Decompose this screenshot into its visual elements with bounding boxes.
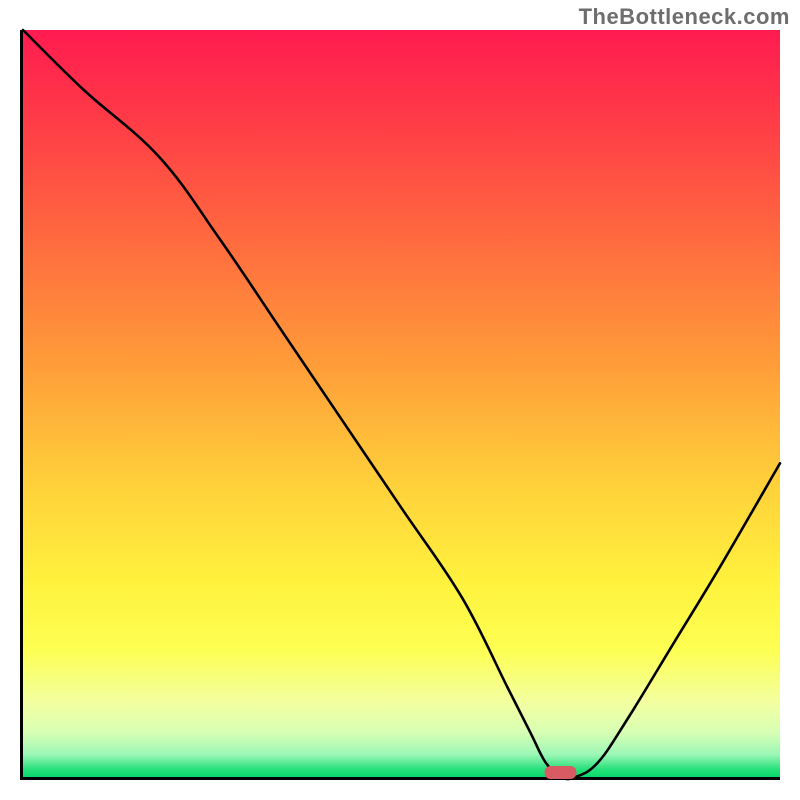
chart-canvas: TheBottleneck.com [0,0,800,800]
bottleneck-curve [23,30,780,779]
optimal-marker [545,766,577,779]
plot-area [20,30,780,780]
curve-layer [23,30,780,777]
watermark-text: TheBottleneck.com [579,4,790,30]
